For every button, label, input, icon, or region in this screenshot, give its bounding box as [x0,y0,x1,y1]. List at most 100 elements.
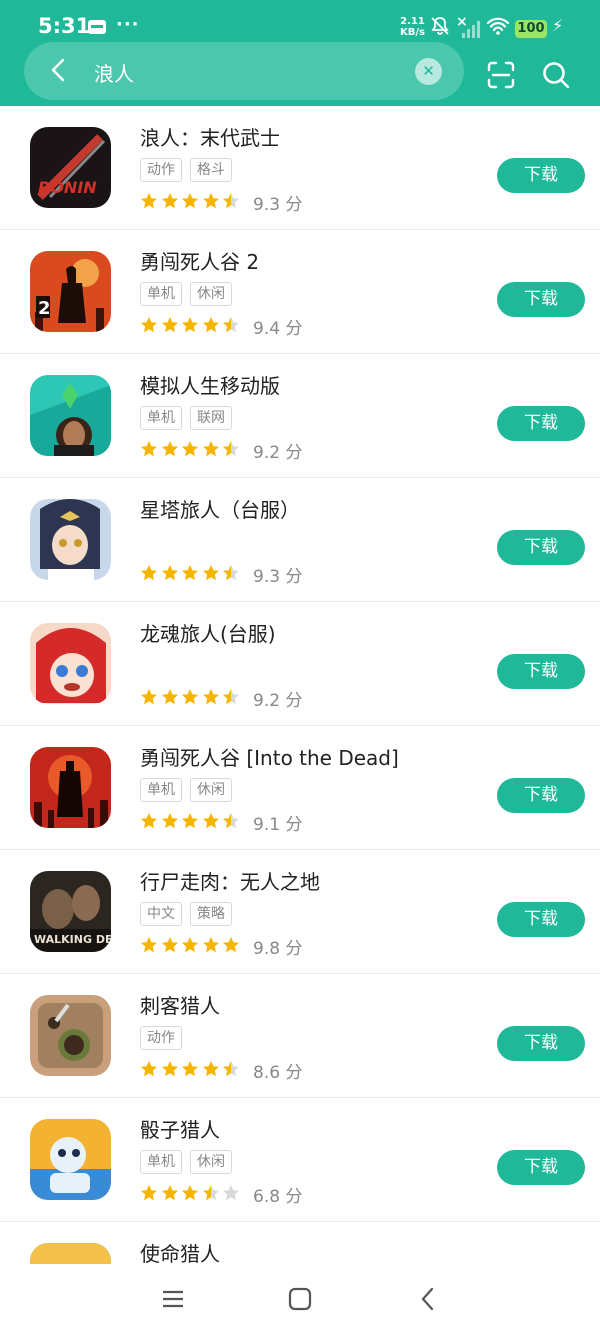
rating-score: 9.4 分 [253,319,303,339]
search-bar: ✕ [24,42,464,100]
notification-app-icon [88,20,106,34]
charging-icon: ⚡ [552,16,564,35]
rating-star-icon [202,1185,219,1201]
rating-score: 9.3 分 [253,195,303,215]
rating-star-icon [182,565,198,581]
rating-star-icon [182,689,198,705]
app-name: 模拟人生移动版 [140,374,280,398]
rating-score: 6.8 分 [253,1187,303,1207]
rating-star-icon [182,1061,198,1077]
download-button[interactable]: 下载 [497,654,585,689]
clear-search-button[interactable]: ✕ [415,58,442,85]
rating-star-icon [202,689,219,705]
app-result-row[interactable]: 星塔旅人（台服） 9.3 分 下载 [0,478,600,602]
rating-star-icon [141,317,157,333]
app-result-row[interactable]: 勇闯死人谷 [Into the Dead] 单机 休闲 9.1 分 下载 [0,726,600,850]
rating-star-icon [161,1061,178,1077]
rating-star-icon [182,193,198,209]
search-icon[interactable] [541,60,571,90]
rating-star-icon [182,813,198,829]
rating-score: 9.3 分 [253,567,303,587]
tag-list: 单机 休闲 [140,778,240,802]
rating-star-icon [161,317,178,333]
app-name: 勇闯死人谷 2 [140,250,260,274]
app-name: 勇闯死人谷 [Into the Dead] [140,746,399,770]
category-tag: 休闲 [190,1150,232,1174]
svg-text:RONIN: RONIN [38,178,97,197]
rating-star-icon [223,813,239,829]
into-the-dead-icon[interactable] [30,747,111,828]
rating-star-icon [202,813,219,829]
app-name: 龙魂旅人(台服) [140,622,276,646]
rating-star-icon [182,937,198,953]
app-name: 行尸走肉：无人之地 [140,870,320,894]
app-result-row[interactable]: WALKING DEAD 行尸走肉：无人之地中文策略 9.8 分 下载 [0,850,600,974]
download-button[interactable]: 下载 [497,530,585,565]
app-result-row[interactable]: 骰子猎人 单机 休闲 6.8 分 下载 [0,1098,600,1222]
download-button[interactable]: 下载 [497,778,585,813]
rating-star-icon [223,689,239,705]
dice-hunter-icon[interactable] [30,1119,111,1200]
rating-star-icon [223,193,239,209]
rating-star-icon [223,1061,239,1077]
download-button[interactable]: 下载 [497,1026,585,1061]
app-result-row[interactable]: RONIN 浪人：末代武士 动作 格斗 9.3 分 下载 [0,106,600,230]
tag-list: 动作 格斗 [140,158,240,182]
hunter-assassin-icon[interactable] [30,995,111,1076]
back-nav-icon[interactable] [413,1284,443,1314]
rating-score: 8.6 分 [253,1063,303,1083]
rating-star-icon [182,441,198,457]
app-result-row[interactable]: 龙魂旅人(台服) 9.2 分 下载 [0,602,600,726]
wifi-icon [486,16,510,40]
rating-star-icon [182,317,198,333]
app-result-row[interactable]: 刺客猎人 动作 8.6 分 下载 [0,974,600,1098]
rating-star-icon [223,317,239,333]
sims-mobile-icon[interactable] [30,375,111,456]
network-speed-value: 2.11 [400,16,425,27]
download-button[interactable]: 下载 [497,1150,585,1185]
download-button[interactable]: 下载 [497,902,585,937]
menu-nav-icon[interactable] [158,1284,188,1314]
home-nav-icon[interactable] [285,1284,315,1314]
rating-score: 9.8 分 [253,939,303,959]
rating-score: 9.2 分 [253,691,303,711]
svg-text:WALKING DEAD: WALKING DEAD [34,933,111,946]
rating-star-icon [141,1185,157,1201]
header: 5:31 ··· 2.11 KB/s × 100 ⚡ ✕ [0,0,600,106]
walking-dead-icon[interactable]: WALKING DEAD [30,871,111,952]
search-results-list: RONIN 浪人：末代武士 动作 格斗 9.3 分下载 2 勇闯死人谷 2 单机 休闲 9.4 分… [0,106,600,1264]
star-tower-icon[interactable] [30,499,111,580]
rating-star-icon [202,565,219,581]
app-result-row[interactable]: 2 勇闯死人谷 2 单机 休闲 9.4 分 下载 [0,230,600,354]
scan-icon[interactable] [486,60,516,90]
tag-list: 单机 休闲 [140,282,240,306]
network-speed-unit: KB/s [400,27,425,38]
rating-star-icon [141,689,157,705]
rating-star-icon [141,1061,157,1077]
rating-star-icon [182,1185,198,1201]
app-result-row[interactable]: 使命猎人 [0,1222,600,1264]
rating-star-icon [202,193,219,209]
category-tag: 联网 [190,406,232,430]
system-nav-bar [0,1264,600,1333]
download-button[interactable]: 下载 [497,406,585,441]
app-result-row[interactable]: 模拟人生移动版 单机 联网 9.2 分 下载 [0,354,600,478]
download-button[interactable]: 下载 [497,158,585,193]
rating-score: 9.2 分 [253,443,303,463]
rating-star-icon [202,937,219,953]
into-the-dead-2-icon[interactable]: 2 [30,251,111,332]
app-name: 浪人：末代武士 [140,126,280,150]
rating-star-icon [141,193,157,209]
dragon-soul-icon[interactable] [30,623,111,704]
rating-star-icon [202,441,219,457]
search-input[interactable] [92,55,396,89]
download-button[interactable]: 下载 [497,282,585,317]
category-tag: 单机 [140,1150,182,1174]
status-bar: 5:31 ··· 2.11 KB/s × 100 ⚡ [0,0,600,44]
mission-hunter-icon[interactable] [30,1243,111,1264]
ronin-game-icon[interactable]: RONIN [30,127,111,208]
app-name: 星塔旅人（台服） [140,498,300,522]
tag-list: 动作 [140,1026,190,1050]
back-arrow-icon[interactable] [44,55,74,85]
rating-star-icon [161,565,178,581]
